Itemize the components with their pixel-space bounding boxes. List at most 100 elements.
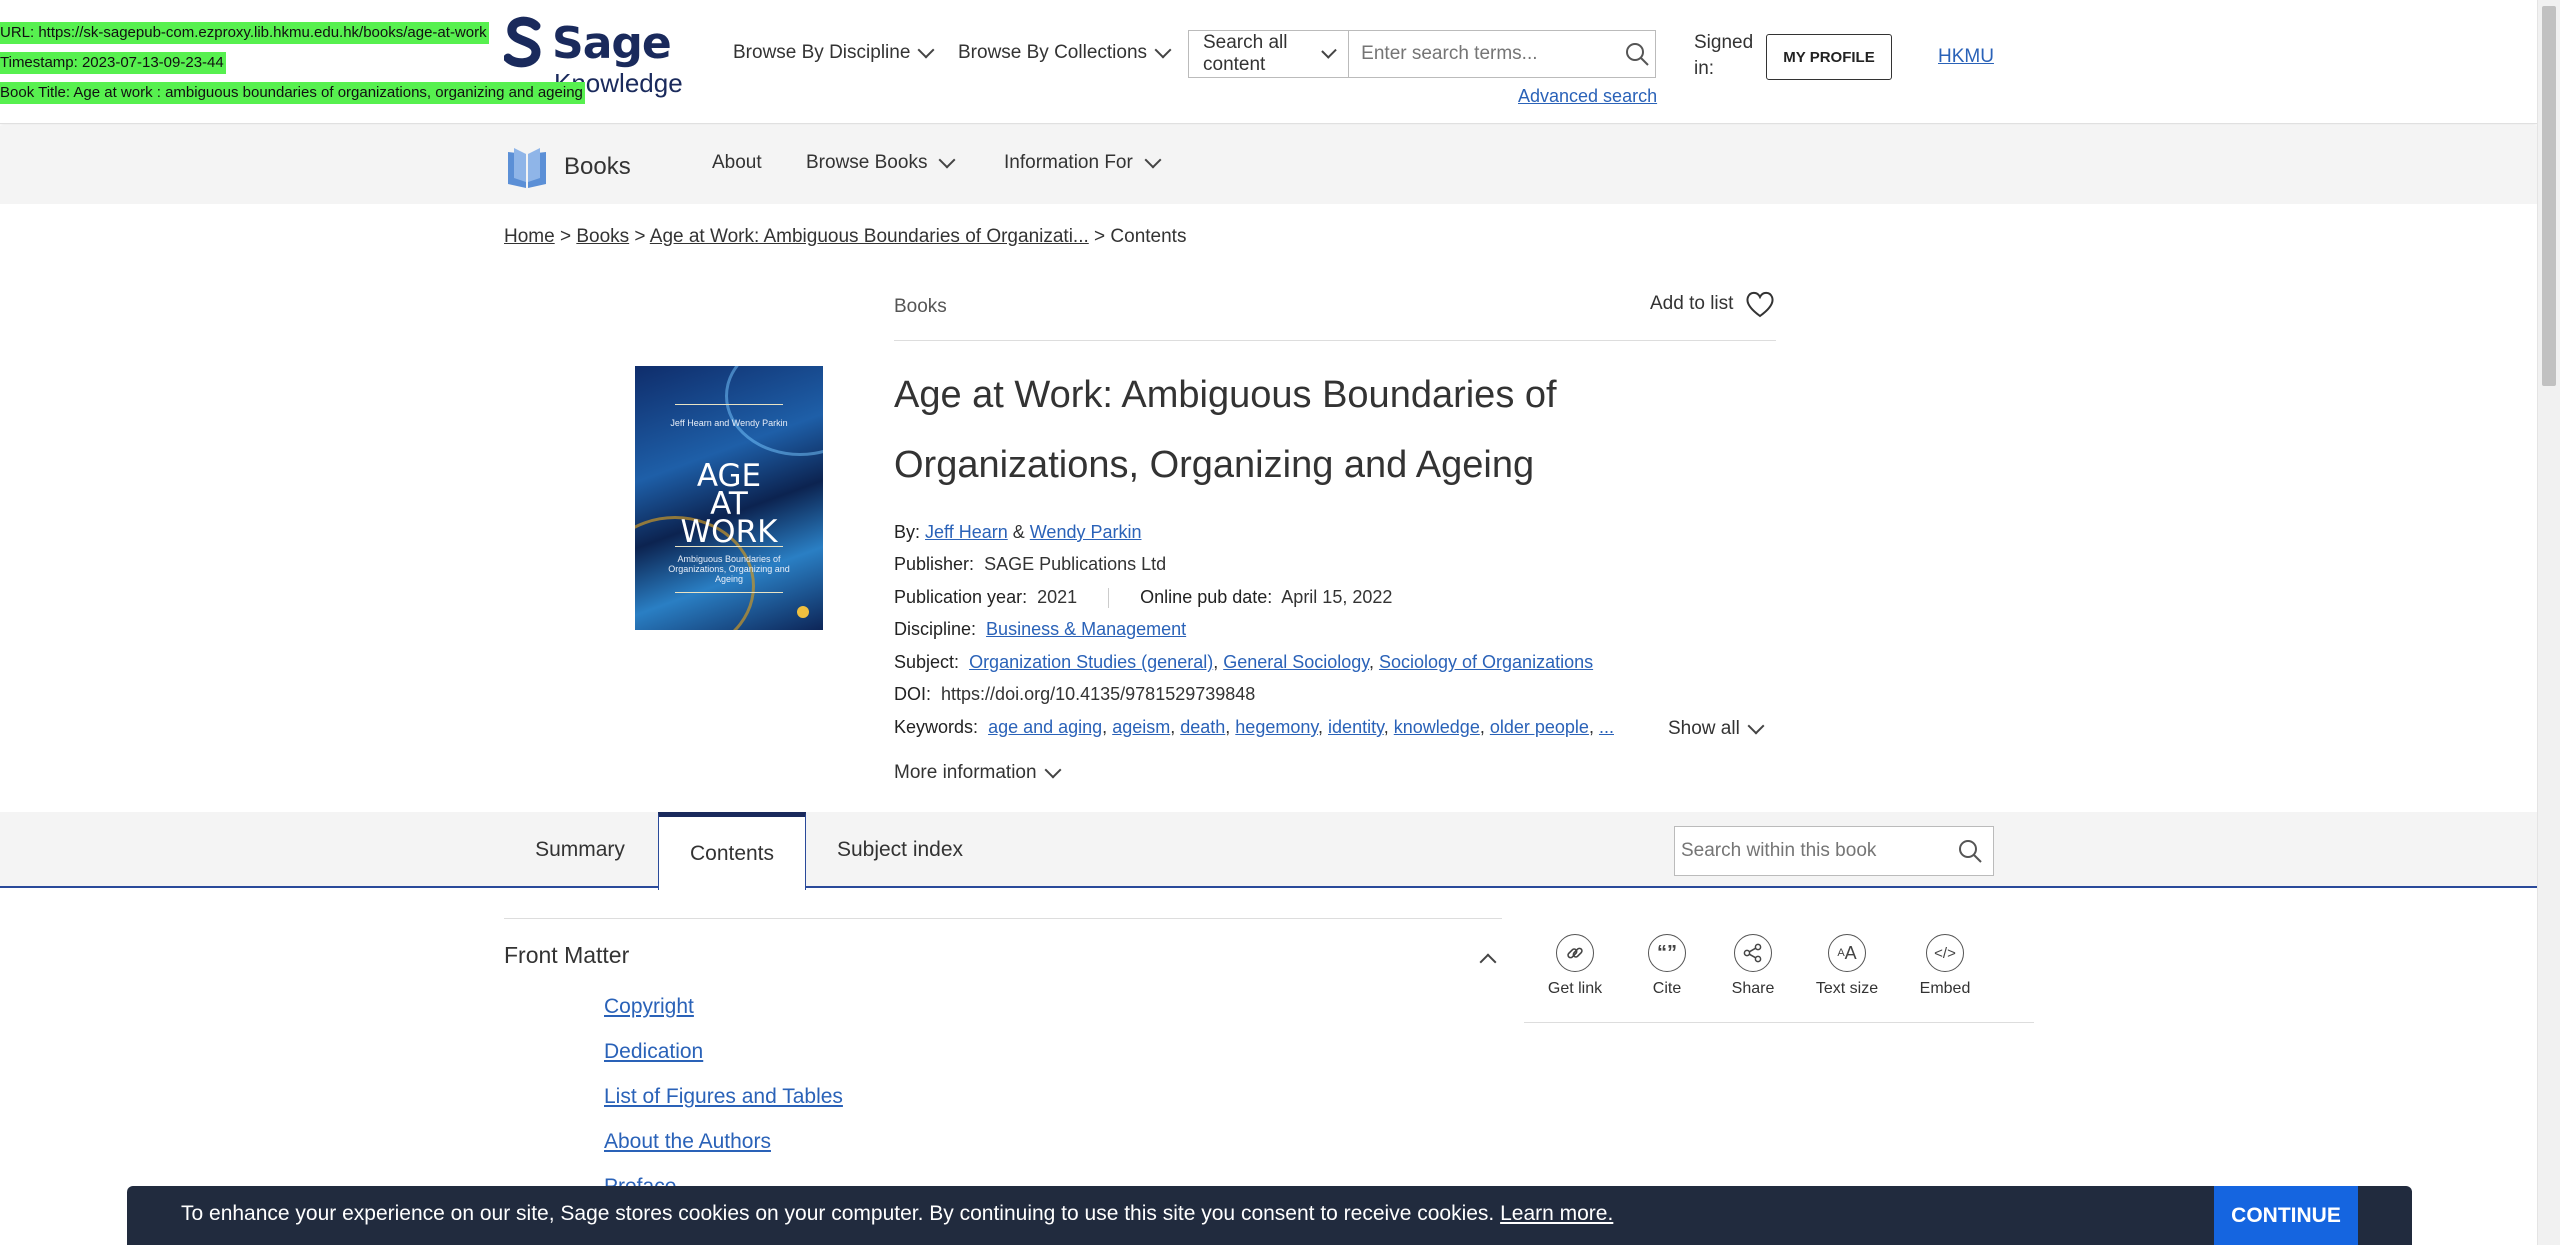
chevron-up-icon[interactable] bbox=[1479, 953, 1497, 971]
search-within-book-input[interactable] bbox=[1675, 827, 1947, 875]
browse-by-discipline-menu[interactable]: Browse By Discipline bbox=[733, 41, 935, 64]
chevron-down-icon bbox=[1044, 761, 1062, 779]
doi-row: DOI: https://doi.org/10.4135/97815297398… bbox=[894, 684, 1255, 705]
more-information-toggle[interactable]: More information bbox=[894, 761, 1062, 784]
site-header: Sage Knowledge Browse By Discipline Brow… bbox=[0, 0, 2537, 124]
logo-sage-text: Sage bbox=[552, 18, 672, 69]
add-to-list-button[interactable]: Add to list bbox=[1650, 290, 1775, 318]
breadcrumb-separator: > bbox=[629, 226, 650, 247]
cite-label: Cite bbox=[1652, 980, 1682, 997]
doi-label: DOI: bbox=[894, 684, 932, 704]
tab-subject-index[interactable]: Subject index bbox=[822, 812, 978, 888]
cookie-message: To enhance your experience on our site, … bbox=[181, 1202, 1613, 1226]
search-icon bbox=[1625, 43, 1649, 66]
chevron-down-icon bbox=[1747, 717, 1765, 735]
cover-swirl bbox=[725, 366, 823, 456]
embed-label: Embed bbox=[1919, 980, 1971, 997]
browse-books-menu[interactable]: Browse Books bbox=[806, 151, 956, 174]
online-pub-date-label: Online pub date: bbox=[1140, 587, 1273, 607]
search-within-button[interactable] bbox=[1947, 838, 1993, 864]
signed-in-label: Signed in: bbox=[1694, 32, 1754, 79]
advanced-search-link[interactable]: Advanced search bbox=[1518, 86, 1657, 107]
show-all-keywords-button[interactable]: Show all bbox=[1668, 717, 1765, 740]
publisher-row: Publisher: SAGE Publications Ltd bbox=[894, 554, 1166, 575]
about-label: About bbox=[712, 152, 762, 173]
add-to-list-label: Add to list bbox=[1650, 293, 1734, 314]
share-icon bbox=[1734, 934, 1772, 972]
toc-item-copyright[interactable]: Copyright bbox=[604, 995, 694, 1019]
sage-s-icon bbox=[504, 16, 541, 68]
subject-link[interactable]: General Sociology bbox=[1223, 652, 1369, 672]
toc-item-figures-tables[interactable]: List of Figures and Tables bbox=[604, 1085, 843, 1109]
breadcrumb-separator: > bbox=[554, 226, 577, 247]
institution-link[interactable]: HKMU bbox=[1938, 46, 1994, 68]
content-type-label: Books bbox=[894, 296, 947, 317]
embed-button[interactable]: </> Embed bbox=[1900, 934, 1990, 998]
tab-summary[interactable]: Summary bbox=[520, 812, 640, 888]
books-brand-label: Books bbox=[564, 153, 631, 180]
keywords-label: Keywords: bbox=[894, 717, 979, 737]
toc-item-about-authors[interactable]: About the Authors bbox=[604, 1130, 771, 1154]
keyword-link[interactable]: older people bbox=[1490, 717, 1589, 737]
books-subnav: Books About Browse Books Information For bbox=[0, 126, 2537, 204]
text-size-button[interactable]: AA Text size bbox=[1802, 934, 1892, 998]
subject-link[interactable]: Organization Studies (general) bbox=[969, 652, 1213, 672]
breadcrumb-books[interactable]: Books bbox=[576, 226, 629, 247]
keyword-more-link[interactable]: ... bbox=[1599, 717, 1614, 737]
my-profile-button[interactable]: MY PROFILE bbox=[1766, 34, 1892, 80]
get-link-label: Get link bbox=[1547, 980, 1603, 997]
front-matter-heading[interactable]: Front Matter bbox=[504, 942, 629, 969]
subject-link[interactable]: Sociology of Organizations bbox=[1379, 652, 1593, 672]
online-pub-date-value: April 15, 2022 bbox=[1281, 587, 1393, 607]
cover-rule bbox=[675, 546, 783, 547]
tab-subject-index-label: Subject index bbox=[836, 838, 964, 861]
tab-contents-label: Contents bbox=[689, 841, 775, 865]
cite-button[interactable]: “” Cite bbox=[1622, 934, 1712, 998]
page-scrollbar[interactable] bbox=[2537, 0, 2560, 1245]
tab-contents[interactable]: Contents bbox=[658, 812, 806, 890]
about-link[interactable]: About bbox=[712, 152, 762, 174]
keyword-link[interactable]: death bbox=[1180, 717, 1225, 737]
get-link-button[interactable]: Get link bbox=[1530, 934, 1620, 998]
publisher-label: Publisher: bbox=[894, 554, 975, 574]
browse-by-collections-menu[interactable]: Browse By Collections bbox=[958, 41, 1172, 64]
browse-by-discipline-label: Browse By Discipline bbox=[733, 42, 911, 63]
subject-label: Subject: bbox=[894, 652, 960, 672]
overlay-url: URL: https://sk-sagepub-com.ezproxy.lib.… bbox=[0, 22, 489, 44]
overlay-book-title: Book Title: Age at work : ambiguous boun… bbox=[0, 82, 585, 104]
breadcrumb-home[interactable]: Home bbox=[504, 226, 555, 247]
search-button[interactable] bbox=[1618, 31, 1655, 77]
share-label: Share bbox=[1731, 980, 1775, 997]
share-button[interactable]: Share bbox=[1708, 934, 1798, 998]
information-for-menu[interactable]: Information For bbox=[1004, 151, 1162, 174]
keyword-link[interactable]: hegemony bbox=[1235, 717, 1318, 737]
keyword-link[interactable]: knowledge bbox=[1394, 717, 1480, 737]
publication-year-value: 2021 bbox=[1037, 587, 1078, 607]
browse-by-collections-label: Browse By Collections bbox=[958, 42, 1148, 63]
discipline-link[interactable]: Business & Management bbox=[986, 619, 1186, 639]
discipline-row: Discipline: Business & Management bbox=[894, 619, 1186, 640]
subject-row: Subject: Organization Studies (general),… bbox=[894, 652, 1594, 672]
keyword-link[interactable]: age and aging bbox=[988, 717, 1102, 737]
breadcrumb-book[interactable]: Age at Work: Ambiguous Boundaries of Org… bbox=[650, 226, 1089, 247]
chevron-down-icon bbox=[938, 151, 956, 169]
book-tabs-bar: Summary Contents Subject index bbox=[0, 812, 2537, 890]
keyword-link[interactable]: ageism bbox=[1112, 717, 1170, 737]
link-icon bbox=[1556, 934, 1594, 972]
scrollbar-thumb[interactable] bbox=[2542, 6, 2556, 386]
search-scope-select[interactable]: Search all content bbox=[1189, 31, 1350, 77]
chevron-down-icon bbox=[1144, 151, 1162, 169]
by-label: By: bbox=[894, 522, 921, 542]
text-size-label: Text size bbox=[1815, 980, 1879, 997]
author-link[interactable]: Jeff Hearn bbox=[925, 522, 1008, 542]
author-link[interactable]: Wendy Parkin bbox=[1030, 522, 1142, 542]
learn-more-link[interactable]: Learn more. bbox=[1500, 1202, 1613, 1225]
discipline-label: Discipline: bbox=[894, 619, 977, 639]
continue-button[interactable]: CONTINUE bbox=[2214, 1186, 2358, 1245]
books-brand[interactable]: Books bbox=[504, 144, 631, 190]
search-input[interactable] bbox=[1349, 31, 1619, 77]
cover-subtitle: Ambiguous Boundaries of Organizations, O… bbox=[668, 554, 790, 584]
publication-row: Publication year: 2021 Online pub date: … bbox=[894, 587, 1393, 609]
keyword-link[interactable]: identity bbox=[1328, 717, 1384, 737]
toc-item-dedication[interactable]: Dedication bbox=[604, 1040, 703, 1064]
